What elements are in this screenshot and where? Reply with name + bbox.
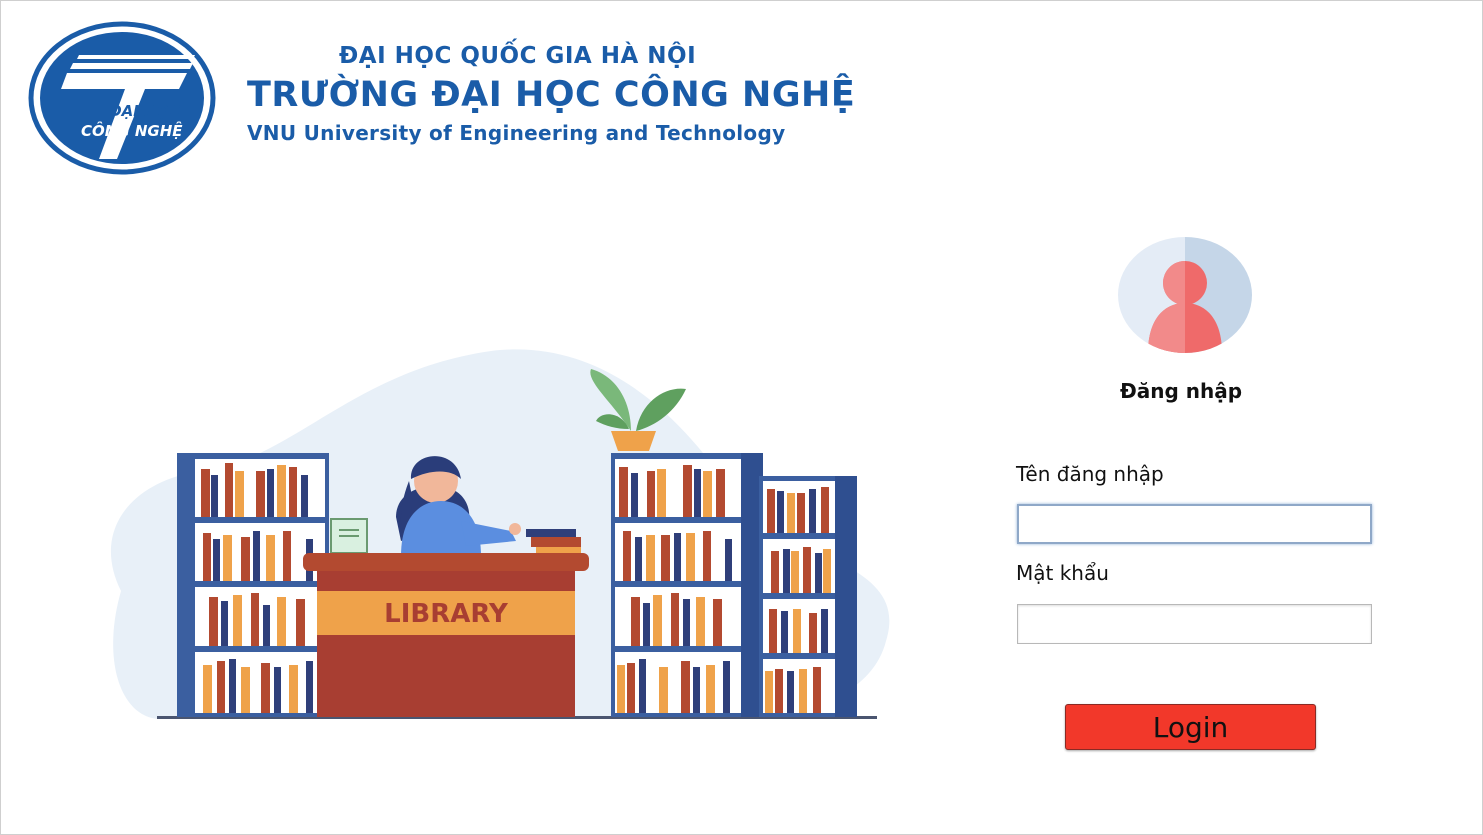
login-title: Đăng nhập [1119,379,1243,403]
desk-sign: LIBRARY [384,599,509,629]
header-english-name: VNU University of Engineering and Techno… [247,121,786,145]
left-bookshelf [177,453,329,717]
header-university-name: TRƯỜNG ĐẠI HỌC CÔNG NGHỆ [247,75,856,115]
login-button[interactable]: Login [1065,704,1316,750]
user-avatar-icon [1118,237,1252,353]
password-input[interactable] [1017,604,1372,644]
username-label: Tên đăng nhập [1016,462,1164,486]
library-illustration: LIBRARY [110,349,890,719]
username-input[interactable] [1017,504,1372,544]
right-bookshelf [759,476,857,717]
university-logo: ĐẠI HỌC CÔNG NGHỆ [28,21,216,175]
logo-text-line2: CÔNG NGHỆ [81,120,183,140]
page-frame: ĐẠI HỌC CÔNG NGHỆ ĐẠI HỌC QUỐC GIA HÀ NỘ… [0,0,1483,835]
password-label: Mật khẩu [1016,561,1109,585]
header-national-university: ĐẠI HỌC QUỐC GIA HÀ NỘI [339,43,697,69]
middle-bookshelf [611,453,763,717]
logo-text-line1: ĐẠI HỌC [108,102,180,120]
